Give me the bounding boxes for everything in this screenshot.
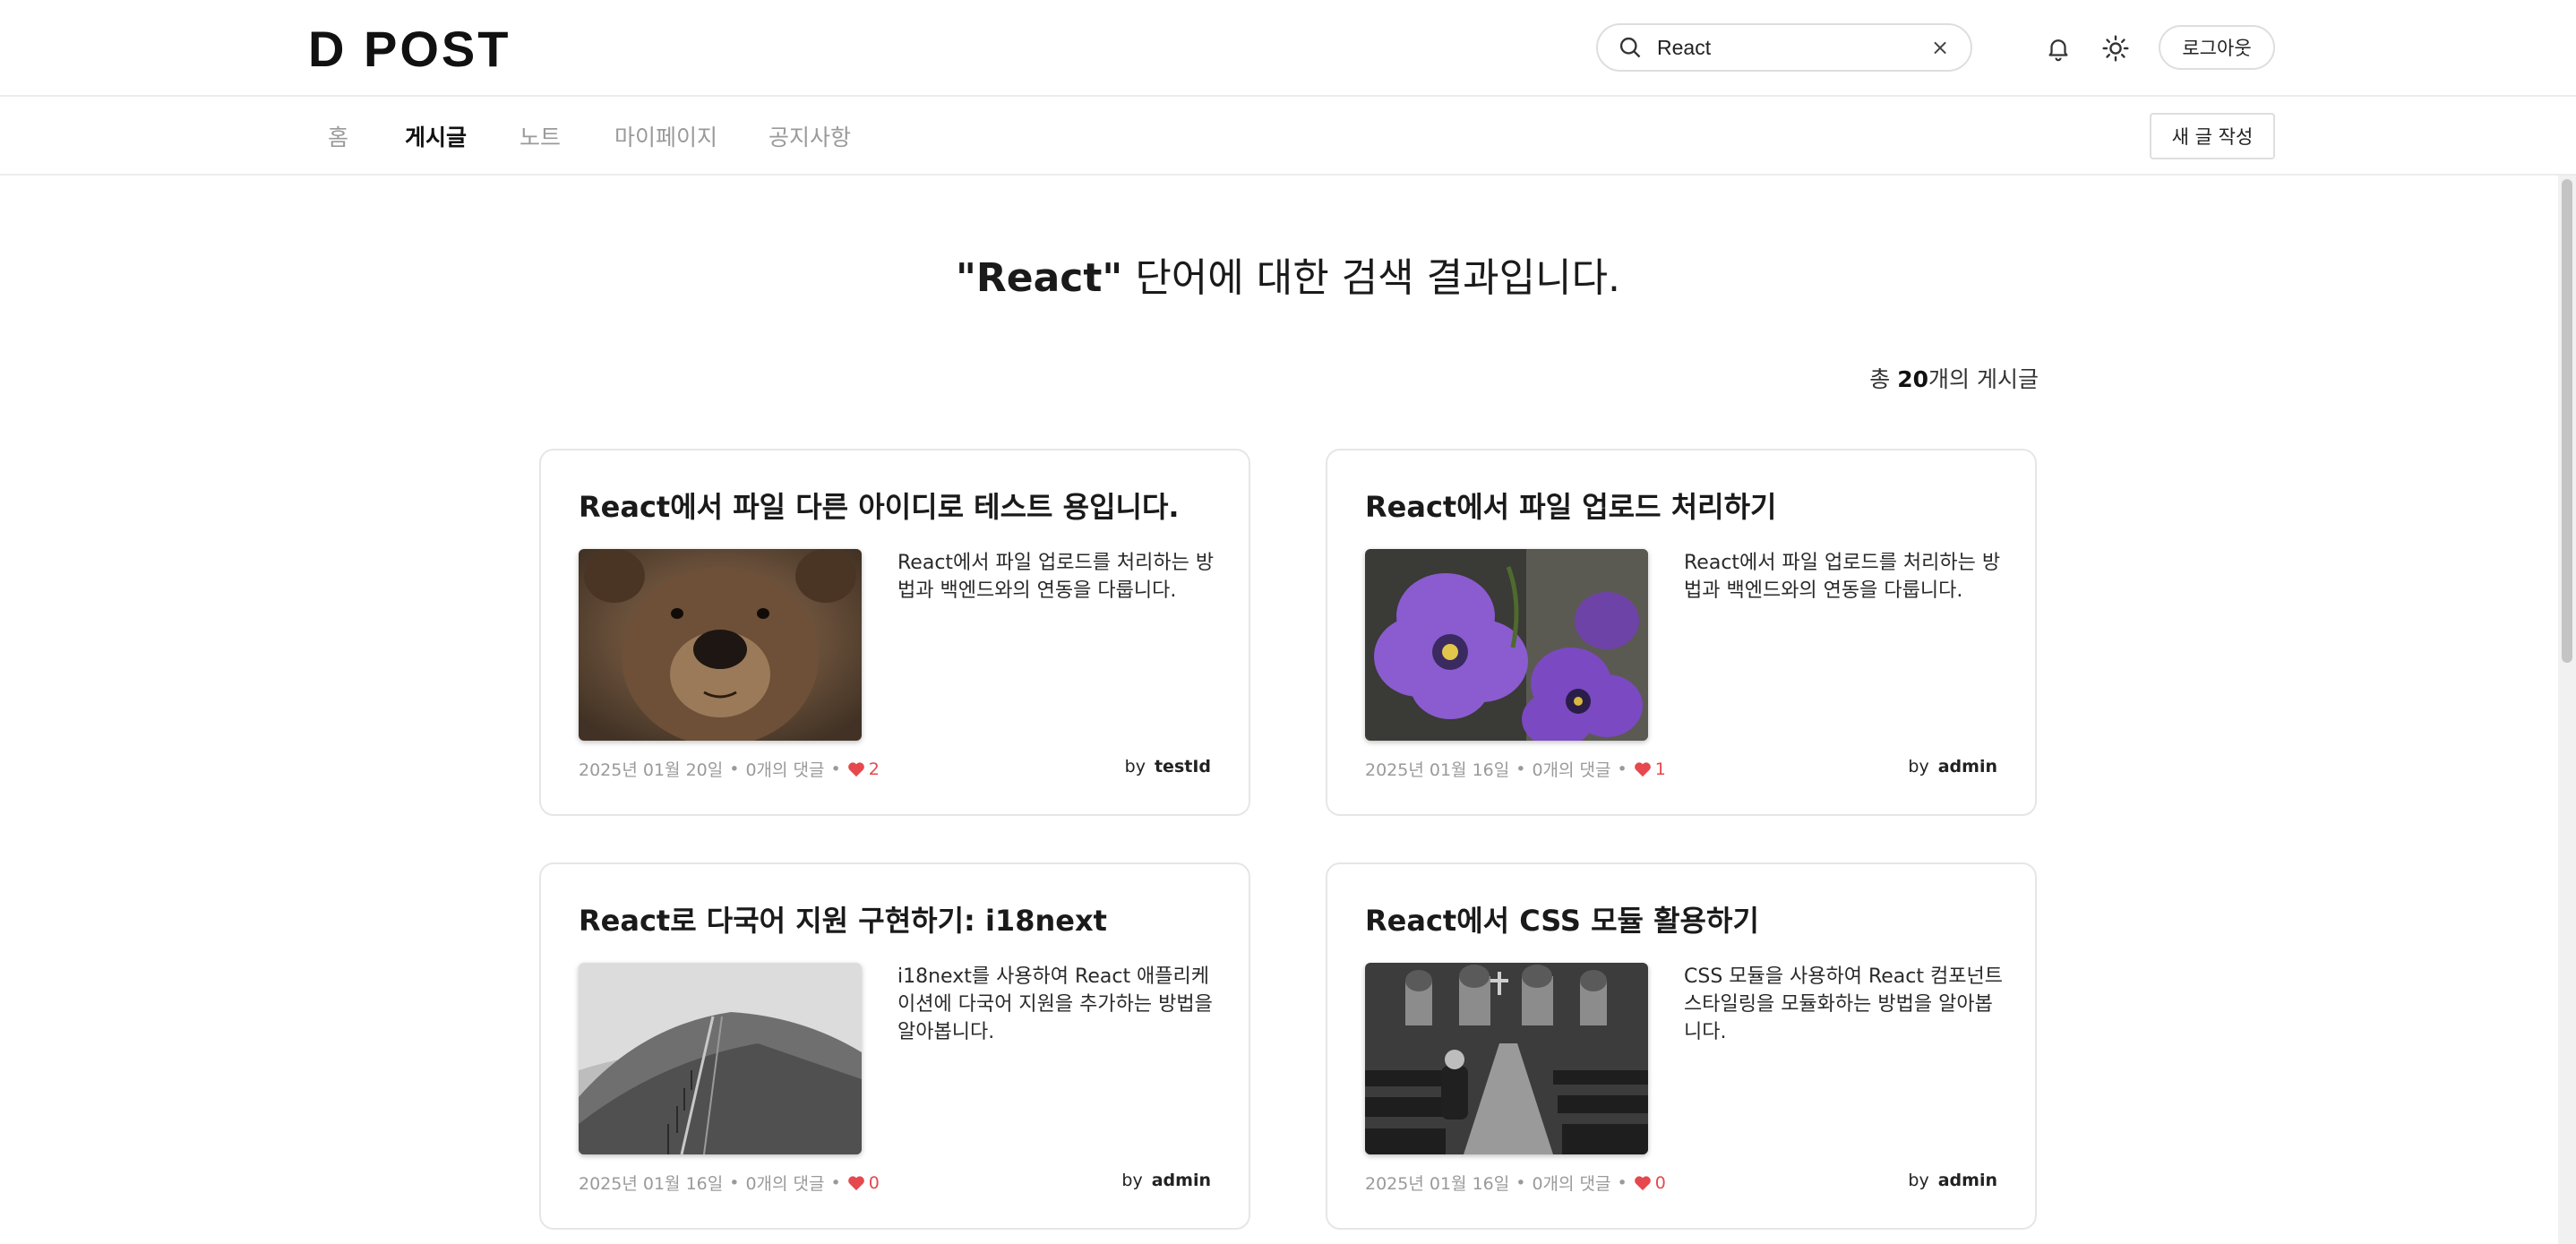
new-post-button[interactable]: 새 글 작성 xyxy=(2150,113,2275,159)
post-date: 2025년 01월 20일 xyxy=(579,760,724,780)
nav-item-notes[interactable]: 노트 xyxy=(519,97,561,176)
post-thumbnail xyxy=(1365,963,1648,1154)
heart-icon xyxy=(847,1175,864,1190)
post-author: by testId xyxy=(1125,757,1211,776)
heart-icon xyxy=(1634,761,1651,776)
post-meta: 2025년 01월 16일 • 0개의 댓글 • 0 xyxy=(579,1171,880,1195)
by-label: by xyxy=(1908,757,1929,776)
post-card[interactable]: React에서 파일 다른 아이디로 테스트 용입니다. React에서 파일 … xyxy=(539,449,1250,816)
post-author: by admin xyxy=(1121,1171,1211,1190)
post-author: by admin xyxy=(1908,757,1997,776)
site-logo[interactable]: D POST xyxy=(308,21,511,77)
separator-dot: • xyxy=(1617,759,1627,779)
post-comments: 0개의 댓글 xyxy=(745,1174,825,1194)
post-title[interactable]: React에서 파일 다른 아이디로 테스트 용입니다. xyxy=(579,485,1180,526)
post-description: CSS 모듈을 사용하여 React 컴포넌트 스타일링을 모듈화하는 방법을 … xyxy=(1684,965,2003,1043)
post-description: React에서 파일 업로드를 처리하는 방법과 백엔드와의 연동을 다룹니다. xyxy=(897,552,1215,602)
like-count: 0 xyxy=(868,1172,880,1193)
post-count: 총 20개의 게시글 xyxy=(1869,362,2039,394)
post-thumbnail xyxy=(1365,549,1648,741)
nav-item-home[interactable]: 홈 xyxy=(328,97,348,176)
like-count: 0 xyxy=(1654,1172,1666,1193)
post-title[interactable]: React에서 CSS 모듈 활용하기 xyxy=(1365,898,1759,939)
post-count-prefix: 총 xyxy=(1869,366,1898,392)
post-meta: 2025년 01월 16일 • 0개의 댓글 • 1 xyxy=(1365,757,1666,781)
post-description: React에서 파일 업로드를 처리하는 방법과 백엔드와의 연동을 다룹니다. xyxy=(1684,552,2001,602)
post-comments: 0개의 댓글 xyxy=(1532,1174,1611,1194)
separator-dot: • xyxy=(1617,1172,1627,1193)
post-comments: 0개의 댓글 xyxy=(1532,760,1611,780)
nav-item-notice[interactable]: 공지사항 xyxy=(769,97,851,176)
separator-dot: • xyxy=(1516,759,1526,779)
post-card[interactable]: React에서 파일 업로드 처리하기 React에서 파일 업로드를 처리하는… xyxy=(1326,449,2037,816)
post-card[interactable]: React로 다국어 지원 구현하기: i18next i18next를 사용하… xyxy=(539,862,1250,1230)
bell-icon[interactable] xyxy=(2040,30,2076,66)
post-comments: 0개의 댓글 xyxy=(745,760,825,780)
logout-button[interactable]: 로그아웃 xyxy=(2159,25,2275,70)
author-name[interactable]: admin xyxy=(1938,1171,1997,1190)
search-result-heading: "React" 단어에 대한 검색 결과입니다. xyxy=(0,245,2576,303)
nav-item-posts[interactable]: 게시글 xyxy=(405,97,467,176)
post-count-suffix: 개의 게시글 xyxy=(1928,366,2039,392)
separator-dot: • xyxy=(1516,1172,1526,1193)
by-label: by xyxy=(1124,757,1146,776)
post-description: i18next를 사용하여 React 애플리케이션에 다국어 지원을 추가하는… xyxy=(897,965,1213,1043)
post-meta: 2025년 01월 16일 • 0개의 댓글 • 0 xyxy=(1365,1171,1666,1195)
author-name[interactable]: admin xyxy=(1152,1171,1211,1190)
post-thumbnail xyxy=(579,549,862,741)
separator-dot: • xyxy=(729,1172,740,1193)
nav-item-mypage[interactable]: 마이페이지 xyxy=(614,97,717,176)
heart-icon xyxy=(1634,1175,1651,1190)
post-likes[interactable]: 2 xyxy=(847,759,880,779)
post-date: 2025년 01월 16일 xyxy=(579,1174,724,1194)
search-bar[interactable]: × xyxy=(1596,23,1972,72)
post-meta: 2025년 01월 20일 • 0개의 댓글 • 2 xyxy=(579,757,880,781)
post-title[interactable]: React에서 파일 업로드 처리하기 xyxy=(1365,485,1776,526)
separator-dot: • xyxy=(830,759,841,779)
post-thumbnail xyxy=(579,963,862,1154)
like-count: 2 xyxy=(868,759,880,779)
separator-dot: • xyxy=(830,1172,841,1193)
search-query: "React" xyxy=(955,255,1123,301)
separator-dot: • xyxy=(729,759,740,779)
post-date: 2025년 01월 16일 xyxy=(1365,1174,1510,1194)
post-likes[interactable]: 1 xyxy=(1634,759,1666,779)
author-name[interactable]: admin xyxy=(1938,757,1997,776)
post-author: by admin xyxy=(1908,1171,1997,1190)
post-likes[interactable]: 0 xyxy=(1634,1173,1666,1193)
main-nav: 홈 게시글 노트 마이페이지 공지사항 새 글 작성 xyxy=(0,97,2576,176)
post-title[interactable]: React로 다국어 지원 구현하기: i18next xyxy=(579,898,1107,939)
author-name[interactable]: testId xyxy=(1155,757,1211,776)
by-label: by xyxy=(1908,1171,1929,1190)
like-count: 1 xyxy=(1654,759,1666,779)
post-card[interactable]: React에서 CSS 모듈 활용하기 CSS 모듈을 사용하여 React 컴… xyxy=(1326,862,2037,1230)
post-likes[interactable]: 0 xyxy=(847,1173,880,1193)
search-input[interactable] xyxy=(1657,30,1928,65)
top-header: D POST × 로그아웃 xyxy=(0,0,2576,97)
sun-icon[interactable] xyxy=(2098,30,2134,66)
post-date: 2025년 01월 16일 xyxy=(1365,760,1510,780)
heart-icon xyxy=(847,761,864,776)
search-icon xyxy=(1616,33,1644,62)
post-count-number: 20 xyxy=(1897,366,1929,392)
by-label: by xyxy=(1121,1171,1143,1190)
search-result-suffix: 단어에 대한 검색 결과입니다. xyxy=(1122,255,1621,301)
close-icon[interactable]: × xyxy=(1928,35,1953,60)
